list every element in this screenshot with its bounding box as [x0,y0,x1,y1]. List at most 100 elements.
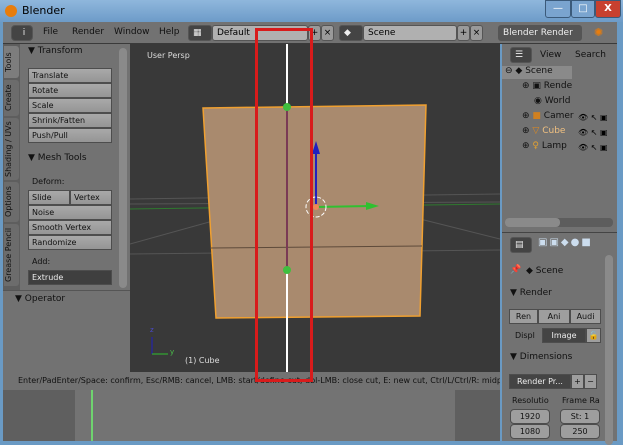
outliner-editor-icon[interactable]: ☰ [510,47,532,63]
scene-context-label: ◆ Scene [526,266,564,276]
render-panel-header[interactable]: ▼ Render [510,288,552,298]
delete-scene-button[interactable]: × [470,25,483,41]
menu-help[interactable]: Help [159,27,180,37]
title-bar: Blender — □ X [0,0,623,22]
render-header-label: Render [519,288,552,298]
render-engine-select[interactable]: Blender Render [498,25,582,41]
status-bar: Enter/PadEnter/Space: confirm, Esc/RMB: … [3,372,500,390]
slide-vertex-button[interactable]: Vertex [70,190,112,205]
frame-start-field[interactable]: St: 1 [560,409,600,424]
scene-icon[interactable]: ◆ [339,25,363,41]
transform-header-label: Transform [37,46,83,56]
close-button[interactable]: X [595,0,621,18]
outliner-item-label: Cube [542,126,566,136]
audio-button[interactable]: Audi [570,309,601,324]
timeline[interactable] [3,390,500,441]
add-label: Add: [32,257,51,266]
extrude-select[interactable]: Extrude [28,270,112,285]
outliner-item-render[interactable]: ⊕ ▣ Rende [522,81,572,91]
render-preset-select[interactable]: Render Pr... [509,374,571,389]
maximize-button[interactable]: □ [571,0,595,18]
timeline-out-range [3,390,75,441]
screen-layout-icon[interactable]: ▦ [188,25,212,41]
animation-button[interactable]: Ani [538,309,570,324]
outliner-search-menu[interactable]: Search [575,50,606,60]
timeline-out-range [455,390,500,441]
scene-context-text: Scene [535,266,564,276]
tab-grease-pencil[interactable]: Grease Pencil [4,224,19,286]
operator-header-label: Operator [24,294,66,304]
operator-panel: ▼ Operator [3,290,130,372]
menu-render[interactable]: Render [72,27,104,37]
dimensions-panel-header[interactable]: ▼ Dimensions [510,352,572,362]
outliner-item-label: Camer [543,111,574,121]
resolution-x-field[interactable]: 1920 [510,409,550,424]
scale-button[interactable]: Scale [28,98,112,113]
blender-logo-icon [5,5,17,17]
transform-panel-header[interactable]: ▼ Transform [28,46,83,56]
tab-options[interactable]: Options [4,182,19,222]
tab-create[interactable]: Create [4,80,19,116]
outliner-scrollbar[interactable] [505,218,613,227]
tab-tools[interactable]: Tools [4,46,19,78]
resolution-label: Resolutio [512,396,549,405]
outliner-view-menu[interactable]: View [540,50,561,60]
menu-file[interactable]: File [43,27,58,37]
deform-label: Deform: [32,177,65,186]
push-pull-button[interactable]: Push/Pull [28,128,112,143]
outliner-item-cube[interactable]: ⊕ ▽ Cube [522,126,565,136]
pin-icon[interactable]: 📌 [510,265,521,275]
3d-viewport[interactable]: User Persp (1) Cube z y [130,44,500,372]
visibility-toggles[interactable]: 👁 ↖ ▣ 👁 ↖ ▣ 👁 ↖ ▣ [578,110,618,155]
blender-icon: ✺ [594,26,604,39]
outliner-item-lamp[interactable]: ⊕ ♀ Lamp [522,141,567,151]
mini-axis-z-label: z [150,326,154,334]
y-manipulator-arrow[interactable] [315,205,371,208]
remove-preset-button[interactable]: − [584,374,597,389]
info-editor-button[interactable]: i [11,25,33,41]
dimensions-header-label: Dimensions [519,352,573,362]
outliner-item-label: Rende [543,81,573,91]
outliner-item-label: World [544,96,571,106]
current-frame-marker[interactable] [91,390,93,441]
tool-shelf: ▼ Transform Translate Rotate Scale Shrin… [20,44,130,290]
object-origin [313,204,319,210]
operator-panel-header[interactable]: ▼ Operator [15,294,65,304]
outliner-item-world[interactable]: ◉ World [534,96,571,106]
add-preset-button[interactable]: + [571,374,584,389]
outliner-item-camera[interactable]: ⊕ ■ Camer [522,111,574,121]
delete-screen-button[interactable]: × [321,25,334,41]
cube-mesh[interactable] [202,104,427,319]
display-label: Displ [515,331,535,340]
lock-icon[interactable]: 🔓 [586,328,601,343]
properties-context-tabs[interactable]: ▣▣◆●■ [538,237,593,248]
shrink-fatten-button[interactable]: Shrink/Fatten [28,113,112,128]
frame-end-field[interactable]: 250 [560,424,600,439]
outliner-item-label: Scene [525,66,553,76]
properties-editor-icon[interactable]: ▤ [510,237,532,253]
translate-button[interactable]: Translate [28,68,112,83]
frame-range-label: Frame Ra [562,396,600,405]
noise-button[interactable]: Noise [28,205,112,220]
menu-window[interactable]: Window [114,27,150,37]
tool-shelf-scrollbar[interactable] [119,48,127,288]
outliner-item-scene[interactable]: ⊖ ◆ Scene [502,66,572,79]
slide-edge-button[interactable]: Slide Edg [28,190,70,215]
render-button[interactable]: Ren [509,309,538,324]
resolution-y-field[interactable]: 1080 [510,424,550,439]
info-icon: i [22,28,26,38]
smooth-vertex-button[interactable]: Smooth Vertex [28,220,112,235]
properties-editor: ▤ ▣▣◆●■ 📌 ◆ Scene ▼ Render Ren Ani Audi … [502,232,617,445]
properties-scrollbar[interactable] [605,255,613,445]
minimize-button[interactable]: — [545,0,571,18]
mesh-tools-panel-header[interactable]: ▼ Mesh Tools [28,153,87,163]
rotate-button[interactable]: Rotate [28,83,112,98]
add-scene-button[interactable]: + [457,25,470,41]
highlight-annotation-box [255,28,313,382]
scene-field[interactable]: Scene [363,25,457,41]
view-label: User Persp [147,51,190,60]
display-select[interactable]: Image [542,328,586,343]
randomize-button[interactable]: Randomize [28,235,112,250]
tab-shading-uvs[interactable]: Shading / UVs [4,118,19,180]
outliner-item-label: Lamp [541,141,567,151]
